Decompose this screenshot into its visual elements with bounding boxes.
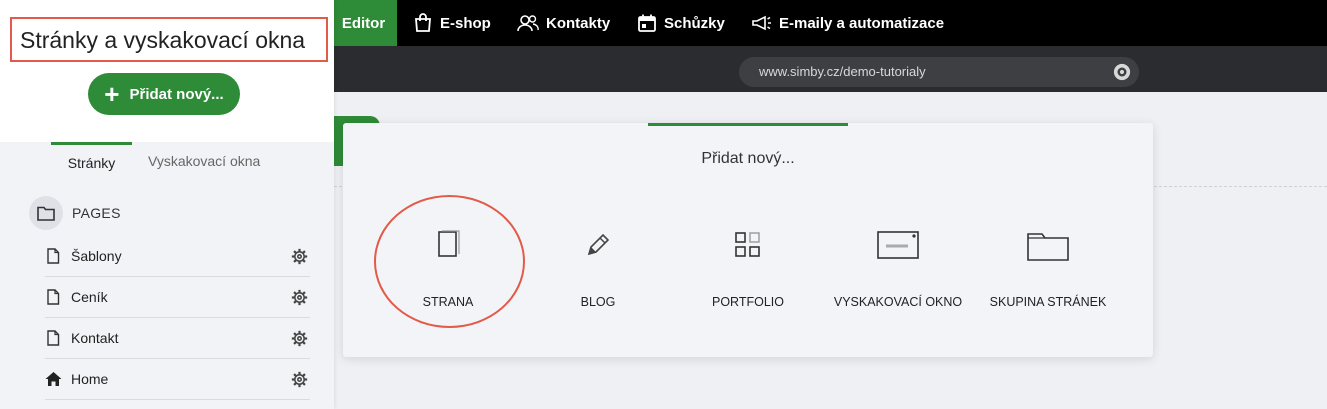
sidebar-title: Stránky a vyskakovací okna bbox=[10, 17, 328, 62]
nav-contacts-label: Kontakty bbox=[546, 14, 611, 32]
megaphone-icon bbox=[752, 15, 771, 31]
nav-emails[interactable]: E-maily a automatizace bbox=[750, 0, 944, 46]
option-page-group-label: SKUPINA STRÁNEK bbox=[989, 295, 1107, 309]
page-row-cenik[interactable]: Ceník bbox=[45, 277, 310, 318]
gear-icon[interactable] bbox=[291, 371, 308, 388]
page-row-label: Home bbox=[71, 371, 109, 387]
add-new-button[interactable]: + Přidat nový... bbox=[88, 73, 240, 115]
option-portfolio[interactable]: PORTFOLIO bbox=[668, 230, 828, 330]
page-row-label: Ceník bbox=[71, 289, 108, 305]
option-page-group[interactable]: SKUPINA STRÁNEK bbox=[968, 230, 1128, 330]
calendar-icon bbox=[638, 14, 656, 32]
gear-icon[interactable] bbox=[291, 248, 308, 265]
option-popup[interactable]: VYSKAKOVACÍ OKNO bbox=[818, 230, 978, 330]
shopping-bag-icon bbox=[415, 13, 431, 32]
nav-meetings[interactable]: Schůzky bbox=[637, 0, 725, 46]
option-blog[interactable]: BLOG bbox=[518, 230, 678, 330]
gear-icon[interactable] bbox=[291, 330, 308, 347]
plus-icon: + bbox=[104, 79, 120, 109]
modal-accent-bar bbox=[648, 123, 848, 126]
add-new-button-label: Přidat nový... bbox=[129, 85, 224, 103]
modal-title: Přidat nový... bbox=[701, 150, 795, 167]
nav-editor-label: Editor bbox=[341, 14, 386, 32]
page-row-kontakt[interactable]: Kontakt bbox=[45, 318, 310, 359]
option-popup-label: VYSKAKOVACÍ OKNO bbox=[833, 295, 963, 309]
contacts-icon bbox=[517, 15, 539, 32]
option-blog-label: BLOG bbox=[580, 295, 616, 309]
nav-editor[interactable]: Editor bbox=[330, 0, 397, 46]
nav-meetings-label: Schůzky bbox=[664, 14, 725, 32]
nav-eshop[interactable]: E-shop bbox=[413, 0, 491, 46]
option-portfolio-label: PORTFOLIO bbox=[711, 295, 784, 309]
nav-eshop-label: E-shop bbox=[440, 14, 491, 32]
home-icon bbox=[45, 372, 62, 386]
url-bar[interactable]: www.simby.cz/demo-tutorialy bbox=[739, 57, 1139, 87]
nav-emails-label: E-maily a automatizace bbox=[779, 14, 945, 32]
page-row-label: Kontakt bbox=[71, 330, 119, 346]
grid-icon bbox=[735, 232, 760, 257]
page-row-sablony[interactable]: Šablony bbox=[45, 236, 310, 277]
annotation-circle bbox=[374, 195, 525, 328]
page-row-home[interactable]: Home bbox=[45, 359, 310, 400]
page-icon bbox=[47, 248, 60, 264]
folder-icon bbox=[1027, 233, 1069, 261]
popup-window-icon bbox=[877, 231, 919, 259]
pages-section-header[interactable]: PAGES bbox=[29, 196, 121, 230]
page-icon bbox=[47, 289, 60, 305]
folder-icon-wrap bbox=[29, 196, 63, 230]
gear-icon[interactable] bbox=[291, 289, 308, 306]
tab-popups[interactable]: Vyskakovací okna bbox=[148, 142, 260, 180]
nav-contacts[interactable]: Kontakty bbox=[517, 0, 610, 46]
pencil-icon bbox=[587, 233, 610, 256]
page-icon bbox=[47, 330, 60, 346]
sidebar: Stránky a vyskakovací okna + Přidat nový… bbox=[0, 0, 334, 409]
pages-section-label: PAGES bbox=[72, 205, 121, 221]
gear-icon[interactable] bbox=[1113, 63, 1131, 81]
folder-icon bbox=[37, 206, 55, 221]
url-text: www.simby.cz/demo-tutorialy bbox=[759, 64, 926, 79]
page-row-label: Šablony bbox=[71, 248, 122, 264]
tab-pages[interactable]: Stránky bbox=[51, 142, 132, 180]
sidebar-header: Stránky a vyskakovací okna + Přidat nový… bbox=[0, 0, 334, 142]
